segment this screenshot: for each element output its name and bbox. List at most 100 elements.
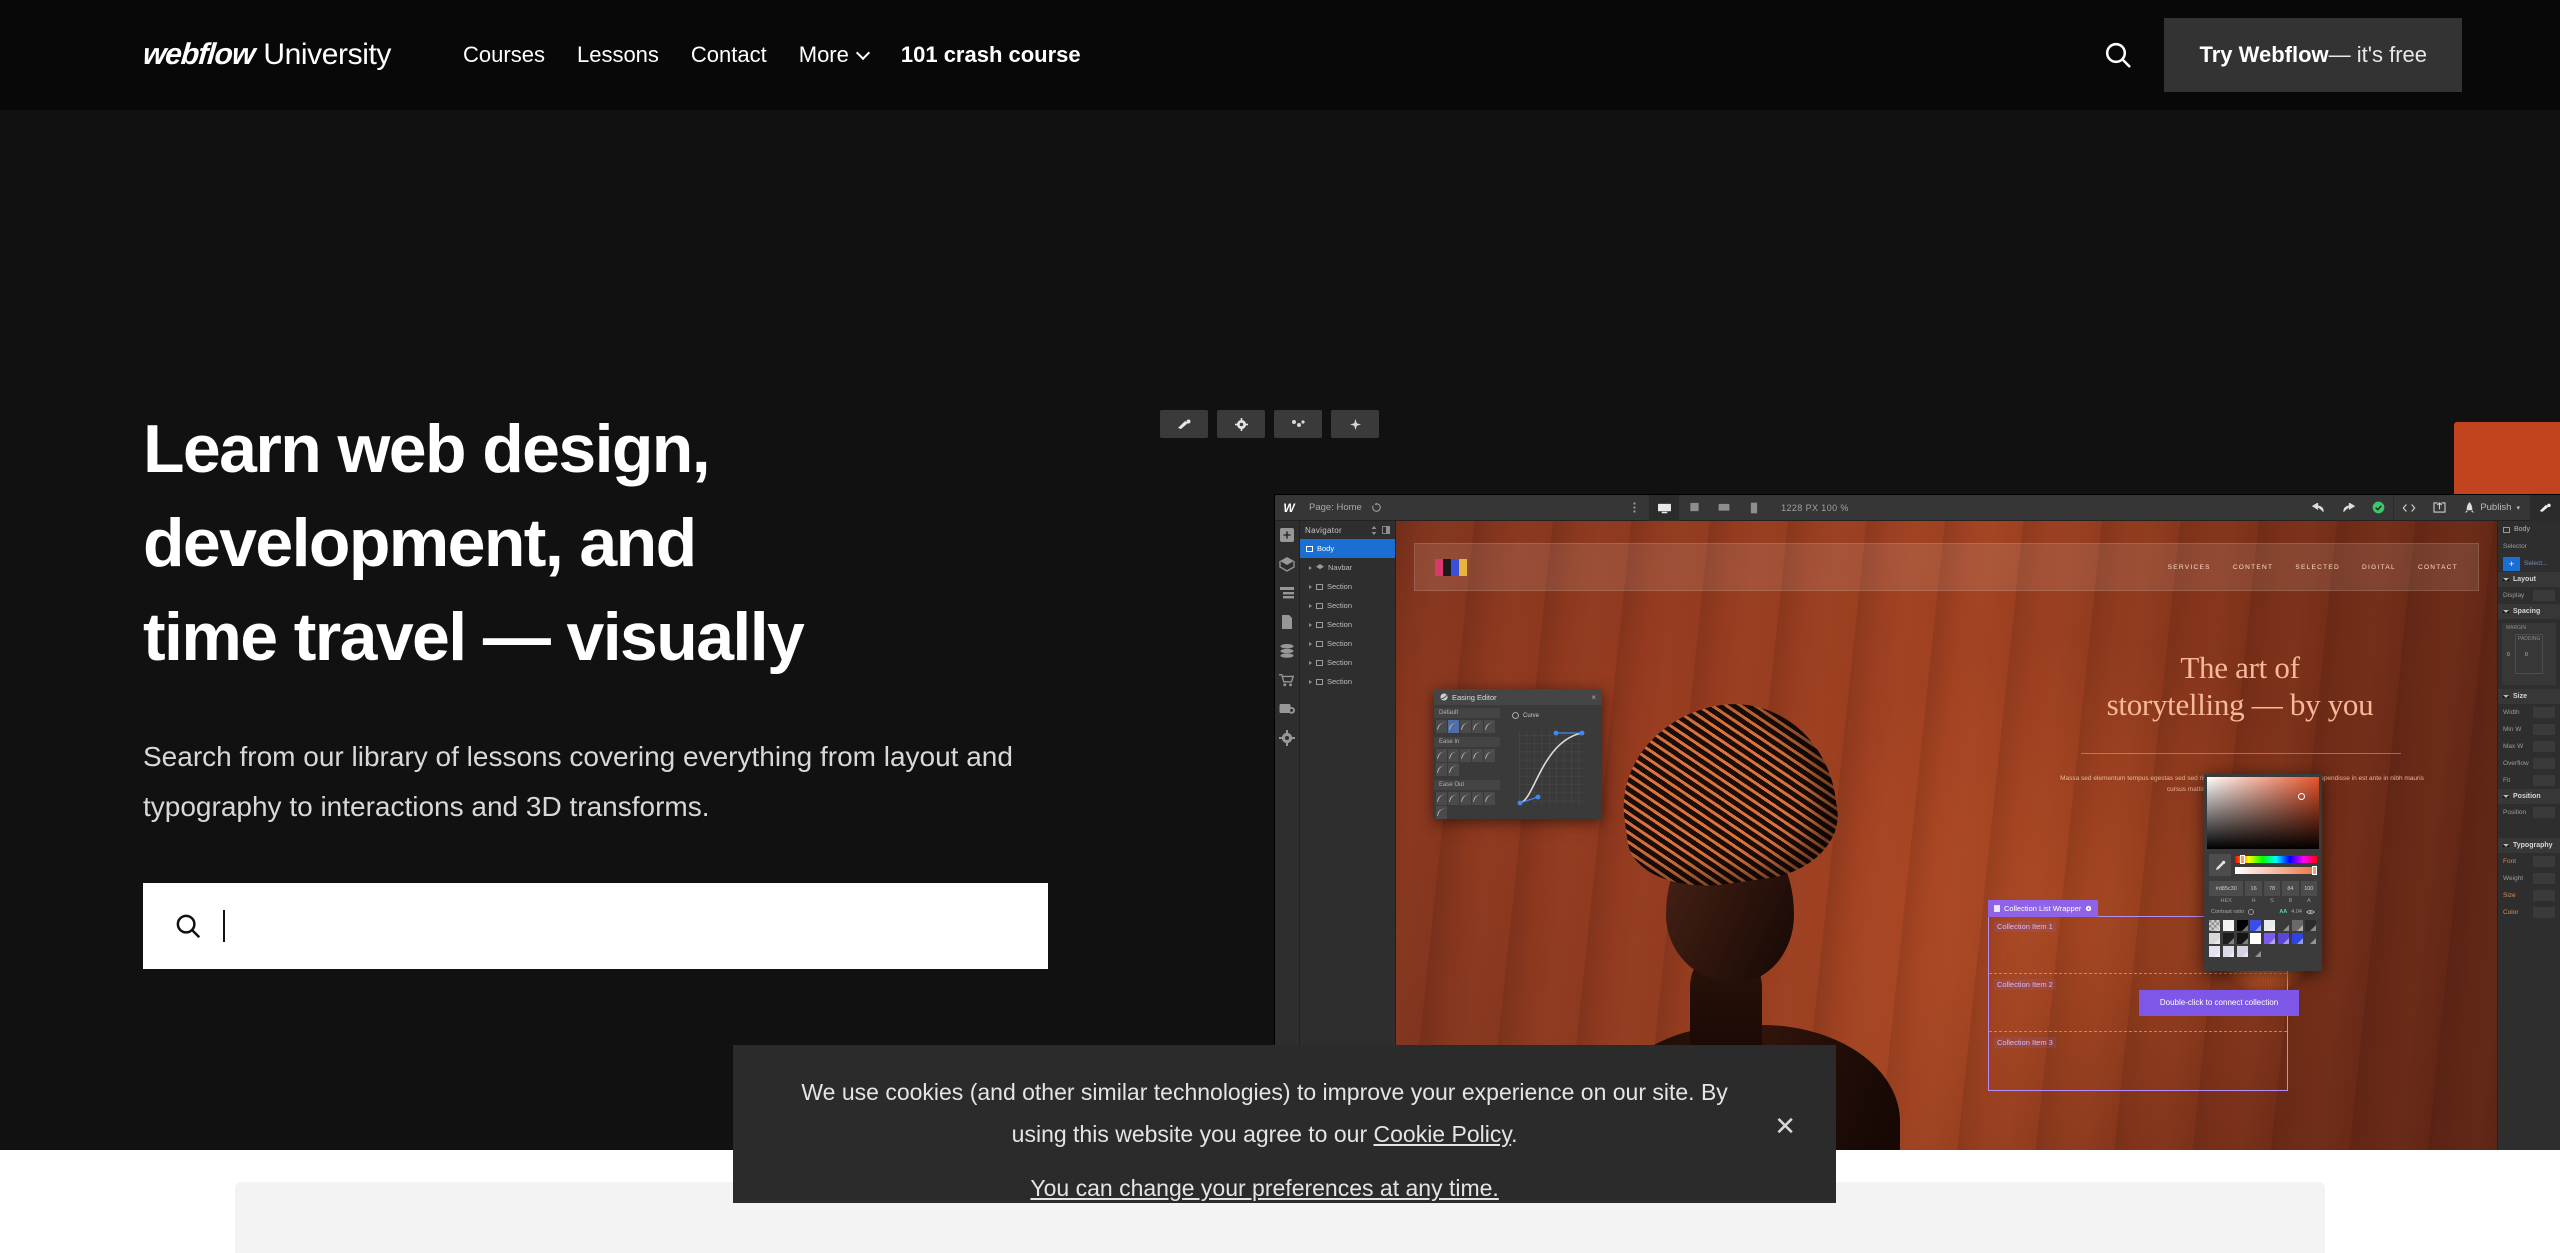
- style-row-size[interactable]: Size: [2498, 887, 2560, 904]
- easing-curve-editor[interactable]: Curve: [1500, 705, 1602, 819]
- swatch-pure-white[interactable]: [2250, 933, 2262, 944]
- alpha-slider-knob[interactable]: [2312, 866, 2317, 875]
- swatch-charcoal[interactable]: [2305, 920, 2317, 931]
- margin-left-value[interactable]: 0: [2507, 652, 2510, 658]
- style-row-input[interactable]: [2533, 775, 2555, 786]
- padding-box[interactable]: PADDING: [2515, 634, 2543, 674]
- easing-preset-swatch[interactable]: [1460, 749, 1471, 762]
- undo-button[interactable]: [2303, 495, 2333, 521]
- style-section-position[interactable]: Position: [2498, 789, 2560, 804]
- style-row-min-w[interactable]: Min W: [2498, 721, 2560, 738]
- canvas-nav-item[interactable]: SELECTED: [2295, 564, 2340, 571]
- ecommerce-icon[interactable]: [1279, 672, 1295, 688]
- easing-preset-swatch[interactable]: [1448, 792, 1459, 805]
- easing-preset-swatch[interactable]: [1460, 720, 1471, 733]
- style-row-input[interactable]: [2533, 873, 2555, 884]
- color-saturation-area[interactable]: [2207, 777, 2319, 849]
- swatch-dark-gray[interactable]: [2277, 920, 2289, 931]
- nav-link-more[interactable]: More: [783, 42, 885, 68]
- easing-preset-swatch[interactable]: [1436, 792, 1447, 805]
- easing-preset-swatch[interactable]: [1484, 792, 1495, 805]
- swatch-pale[interactable]: [2209, 946, 2220, 957]
- info-icon[interactable]: [2248, 909, 2255, 915]
- gear-icon[interactable]: [2085, 905, 2092, 912]
- style-section-typography[interactable]: Typography: [2498, 838, 2560, 853]
- navigator-icon[interactable]: [1279, 585, 1295, 601]
- swatch-pale-3[interactable]: [2236, 946, 2248, 957]
- canvas-nav-item[interactable]: SERVICES: [2168, 564, 2211, 571]
- nav-search-button[interactable]: [2087, 24, 2149, 86]
- style-row-input[interactable]: [2533, 907, 2555, 918]
- add-element-icon[interactable]: [1279, 527, 1295, 543]
- color-picker-panel[interactable]: #d85c30 16 78 84 100 HEX H S B A Contras…: [2204, 774, 2322, 971]
- device-tablet-button[interactable]: [1679, 495, 1709, 521]
- lesson-search-input[interactable]: [143, 883, 1048, 969]
- style-section-layout[interactable]: Layout: [2498, 572, 2560, 587]
- swatch-black[interactable]: [2236, 920, 2248, 931]
- swatch-white[interactable]: [2222, 920, 2234, 931]
- hue-input[interactable]: 16: [2245, 881, 2262, 896]
- navigator-item-section[interactable]: Section: [1300, 634, 1395, 653]
- spacing-control[interactable]: MARGIN PADDING 0 0: [2502, 623, 2556, 685]
- navigator-item-section[interactable]: Section: [1300, 577, 1395, 596]
- padding-left-value[interactable]: 0: [2525, 652, 2528, 658]
- components-icon[interactable]: [1279, 556, 1295, 572]
- nav-link-contact[interactable]: Contact: [675, 42, 783, 68]
- toolbar-nodes-button[interactable]: [1274, 410, 1322, 438]
- cms-icon[interactable]: [1279, 643, 1295, 659]
- easing-preset-swatch[interactable]: [1436, 749, 1447, 762]
- navigator-header-actions[interactable]: [1371, 525, 1390, 535]
- publish-button[interactable]: Publish ▾: [2454, 495, 2530, 521]
- style-row-input[interactable]: [2533, 890, 2555, 901]
- toolbar-sparkle-button[interactable]: [1331, 410, 1379, 438]
- style-section-size[interactable]: Size: [2498, 689, 2560, 704]
- style-row-weight[interactable]: Weight: [2498, 870, 2560, 887]
- eyedropper-button[interactable]: [2209, 854, 2231, 876]
- navigator-item-navbar[interactable]: Navbar: [1300, 558, 1395, 577]
- easing-preset-swatch[interactable]: [1472, 720, 1483, 733]
- assets-icon[interactable]: [1279, 701, 1295, 717]
- nav-link-courses[interactable]: Courses: [447, 42, 561, 68]
- pages-icon[interactable]: [1279, 614, 1295, 630]
- easing-editor-panel[interactable]: Easing Editor × Default Ease In Ease Out…: [1434, 689, 1602, 819]
- style-row-input[interactable]: [2533, 707, 2555, 718]
- style-row-input[interactable]: [2533, 741, 2555, 752]
- cookie-policy-link[interactable]: Cookie Policy: [1374, 1121, 1512, 1147]
- brightness-input[interactable]: 84: [2282, 881, 2299, 896]
- easing-preset-swatch[interactable]: [1460, 792, 1471, 805]
- easing-preset-swatch[interactable]: [1484, 749, 1495, 762]
- export-button[interactable]: [2424, 495, 2454, 521]
- easing-preset-swatch[interactable]: [1436, 720, 1447, 733]
- alpha-slider[interactable]: [2235, 866, 2317, 875]
- style-row-fit[interactable]: Fit: [2498, 772, 2560, 789]
- style-row-color[interactable]: Color: [2498, 904, 2560, 921]
- add-selector-button[interactable]: +: [2503, 556, 2520, 571]
- swatch-purple[interactable]: [2277, 933, 2289, 944]
- easing-preset-swatch[interactable]: [1448, 763, 1459, 776]
- swatch-pale-2[interactable]: [2222, 946, 2234, 957]
- swatch-slate[interactable]: [2305, 933, 2317, 944]
- settings-icon[interactable]: [1279, 730, 1295, 746]
- easing-preset-swatch[interactable]: [1436, 763, 1447, 776]
- style-row-overflow[interactable]: Overflow: [2498, 755, 2560, 772]
- webflow-logo-icon[interactable]: W: [1275, 501, 1303, 515]
- device-mobile-button[interactable]: [1739, 495, 1769, 521]
- style-panel-toggle[interactable]: [2530, 495, 2560, 521]
- page-selector[interactable]: Page: Home: [1309, 502, 1362, 513]
- eye-icon[interactable]: [2306, 909, 2315, 915]
- hex-input[interactable]: #d85c30: [2209, 881, 2244, 896]
- easing-preset-swatch[interactable]: [1448, 749, 1459, 762]
- refresh-button[interactable]: [1362, 495, 1392, 521]
- swatch-blue[interactable]: [2250, 920, 2262, 931]
- swatch-near-black[interactable]: [2222, 933, 2234, 944]
- easing-preset-swatch[interactable]: [1436, 806, 1447, 819]
- collection-item[interactable]: Collection Item 3: [1989, 1033, 2287, 1090]
- navigator-item-section[interactable]: Section: [1300, 615, 1395, 634]
- color-picker-handle[interactable]: [2298, 793, 2305, 800]
- style-row-input[interactable]: [2533, 590, 2555, 601]
- easing-preset-swatch[interactable]: [1472, 749, 1483, 762]
- navigator-item-section[interactable]: Section: [1300, 596, 1395, 615]
- style-row-max-w[interactable]: Max W: [2498, 738, 2560, 755]
- canvas-nav-item[interactable]: DIGITAL: [2362, 564, 2396, 571]
- navigator-item-body[interactable]: Body: [1300, 539, 1395, 558]
